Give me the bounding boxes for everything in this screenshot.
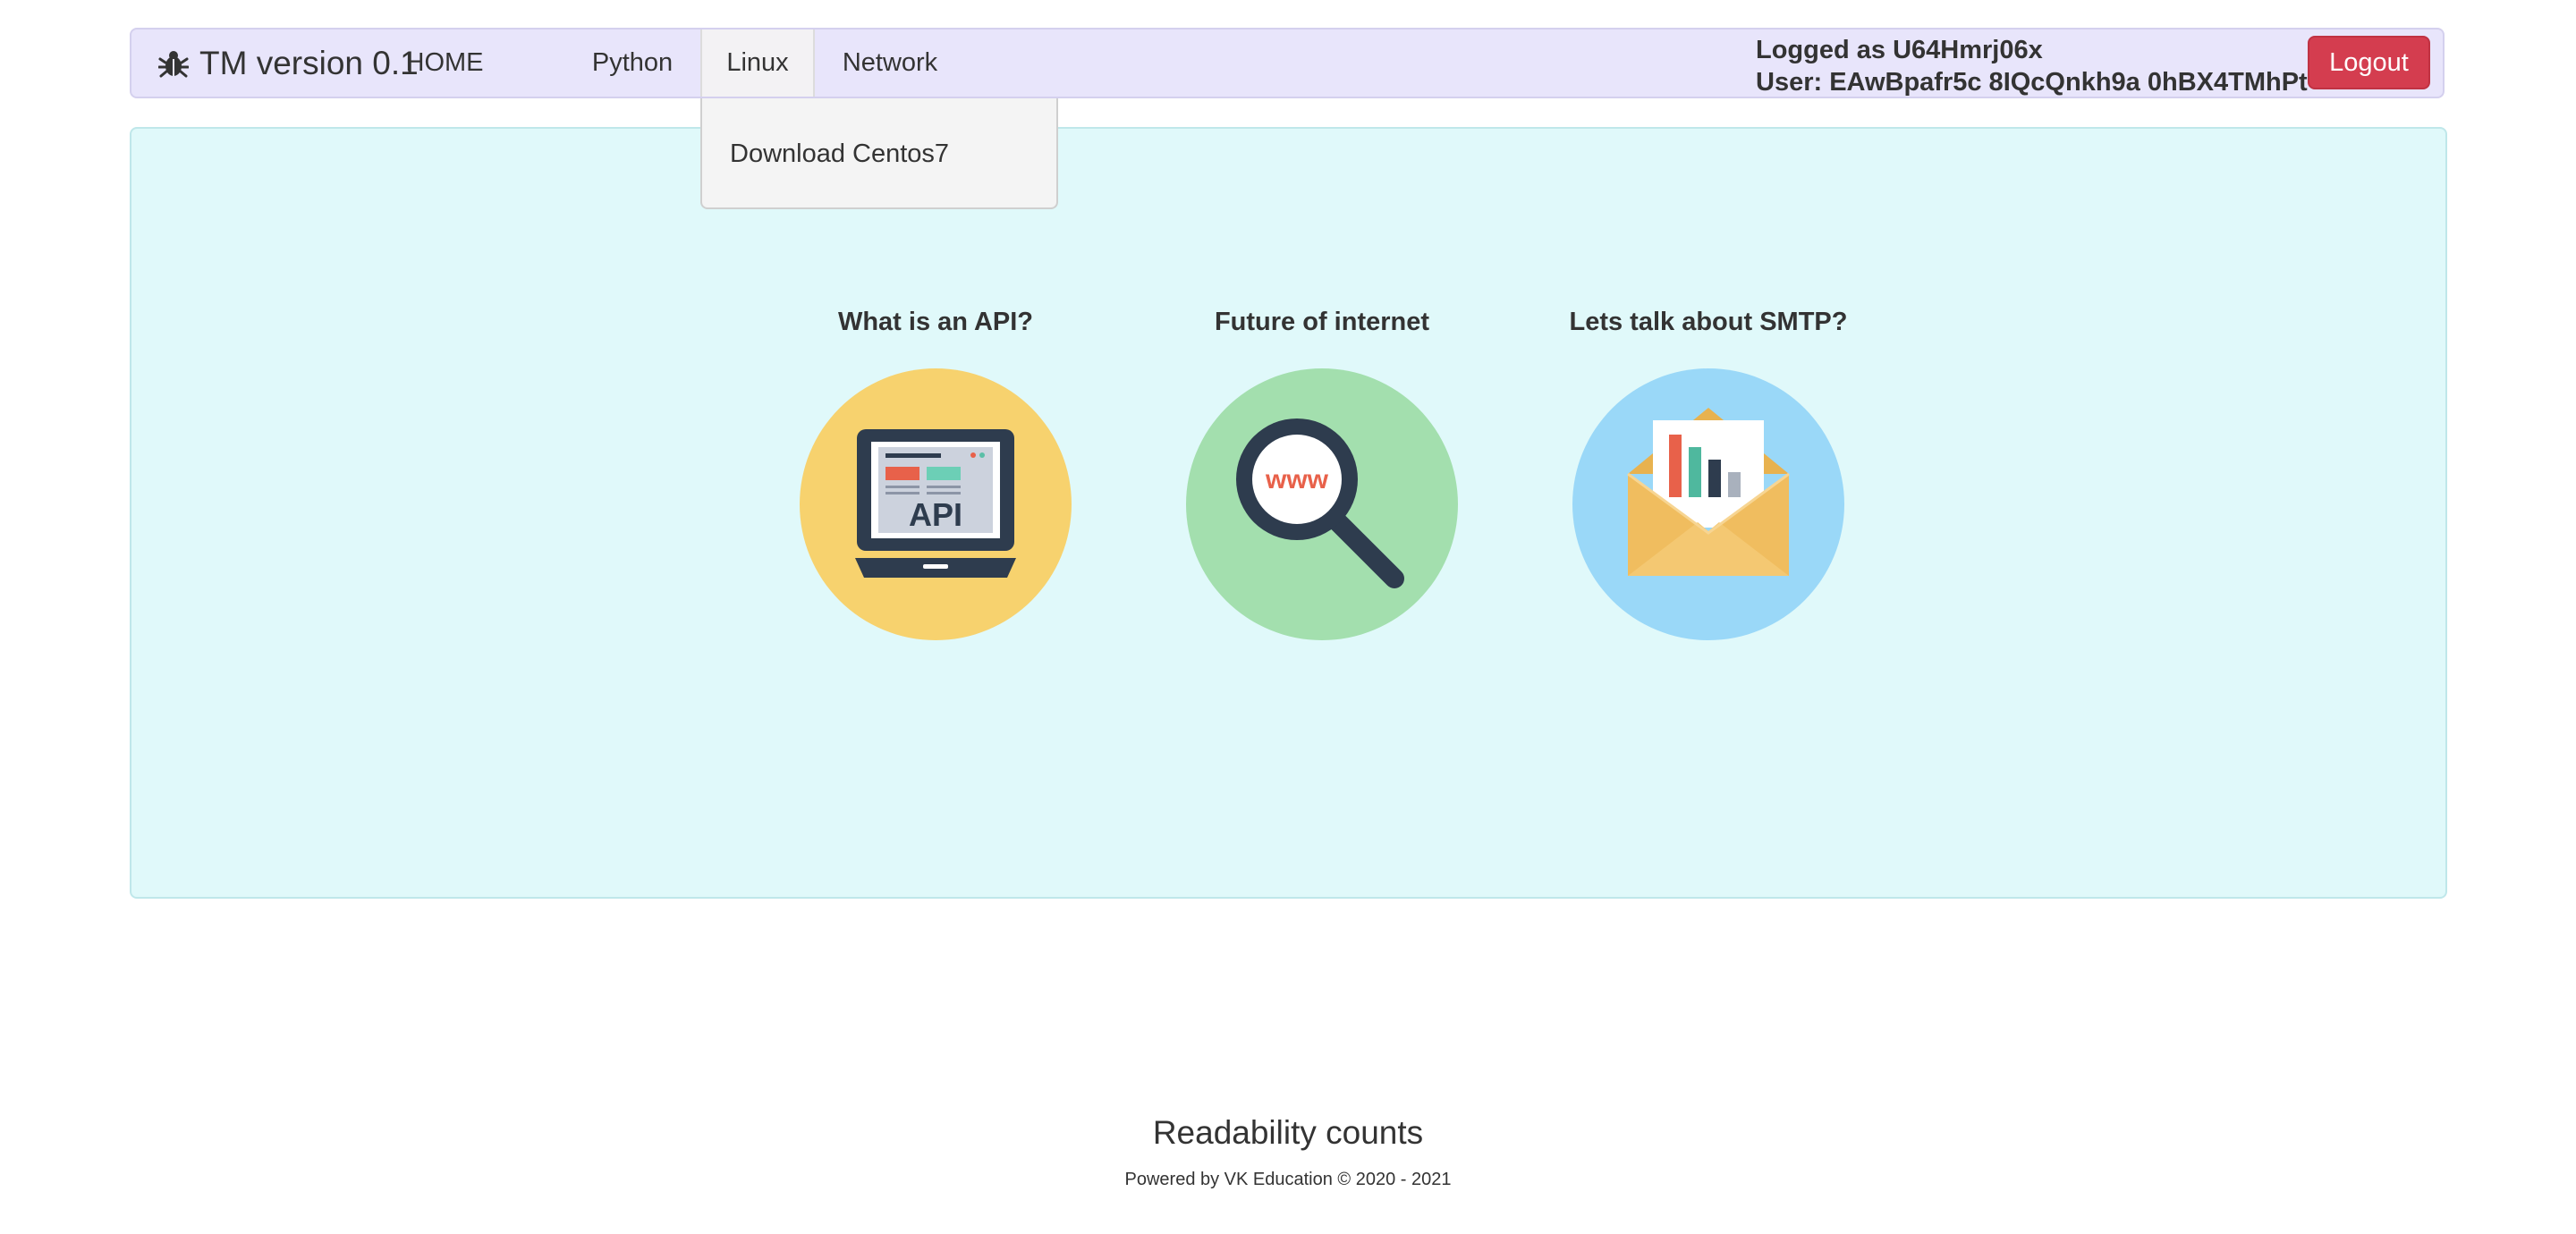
footer-subtitle: Powered by VK Education © 2020 - 2021 (1124, 1170, 1452, 1189)
user-name-text: User: EAwBpafr5c 8IQcQnkh9a 0hBX4TMhPt (1756, 68, 2308, 97)
nav-network-label: Network (842, 48, 938, 77)
main-panel: What is an API? API Future of internet w… (130, 127, 2447, 899)
card-smtp: Lets talk about SMTP? (1521, 304, 1896, 640)
api-screen-text: API (909, 496, 962, 533)
card-api: What is an API? API (748, 304, 1123, 640)
logged-as-text: Logged as U64Hmrj06x (1756, 36, 2043, 64)
linux-dropdown-menu: Download Centos7 (700, 98, 1058, 209)
api-laptop-icon[interactable]: API (800, 368, 1072, 640)
nav-linux-label: Linux (726, 48, 789, 77)
top-navbar: TM version 0.1 HOME Python Linux Network… (130, 28, 2445, 98)
card-api-title: What is an API? (837, 308, 1034, 336)
user-info: Logged as U64Hmrj06x User: EAwBpafr5c 8I… (1756, 34, 2308, 98)
nav-python[interactable]: Python (592, 30, 673, 97)
nav-python-label: Python (591, 48, 674, 77)
footer-title: Readability counts (1152, 1114, 1424, 1151)
nav-home-label: HOME (405, 48, 484, 77)
card-smtp-title: Lets talk about SMTP? (1569, 308, 1848, 336)
nav-linux-dropdown-toggle[interactable]: Linux (700, 30, 815, 97)
card-internet: Future of internet www (1134, 304, 1510, 640)
bug-icon (158, 50, 189, 77)
www-magnifier-icon[interactable]: www (1186, 368, 1458, 640)
logout-button[interactable]: Logout (2308, 36, 2430, 89)
envelope-chart-icon[interactable] (1572, 368, 1844, 640)
dropdown-item-download-centos7[interactable]: Download Centos7 (730, 139, 949, 169)
nav-home[interactable]: HOME (406, 30, 484, 97)
card-internet-title: Future of internet (1214, 308, 1430, 336)
brand-link[interactable]: TM version 0.1 (158, 30, 419, 97)
brand-title: TM version 0.1 (199, 44, 419, 81)
www-text: www (1265, 465, 1329, 494)
nav-network[interactable]: Network (843, 30, 937, 97)
logout-label: Logout (2329, 47, 2409, 77)
